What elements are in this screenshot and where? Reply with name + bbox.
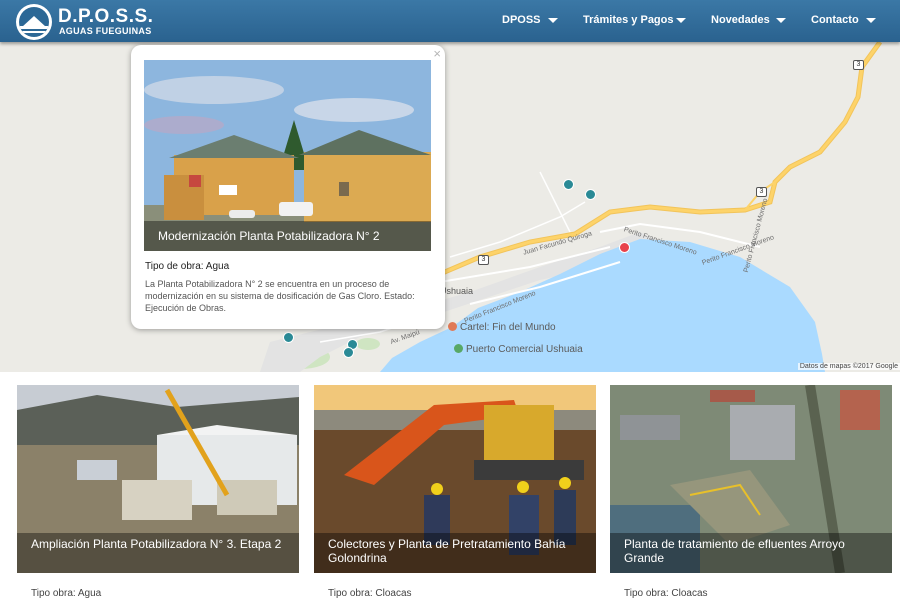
project-card[interactable]: Colectores y Planta de Pretratamiento Ba… bbox=[314, 385, 596, 573]
card-title: Ampliación Planta Potabilizadora N° 3. E… bbox=[17, 533, 299, 573]
nav-dposs[interactable]: DPOSS bbox=[502, 14, 541, 26]
map-info-popup: × Modernización Planta Potabilizadora N°… bbox=[131, 45, 445, 329]
card-title: Planta de tratamiento de efluentes Arroy… bbox=[610, 533, 892, 573]
route-shield: 3 bbox=[756, 187, 767, 197]
map-marker-agua[interactable] bbox=[563, 179, 574, 190]
project-card[interactable]: Planta de tratamiento de efluentes Arroy… bbox=[610, 385, 892, 573]
popup-description: La Planta Potabilizadora N° 2 se encuent… bbox=[145, 279, 415, 313]
route-shield: 3 bbox=[853, 60, 864, 70]
route-shield: 3 bbox=[478, 255, 489, 265]
poi-label: Puerto Comercial Ushuaia bbox=[466, 344, 583, 355]
logo-wave-icon bbox=[19, 26, 49, 29]
popup-photo[interactable]: Modernización Planta Potabilizadora N° 2 bbox=[144, 60, 431, 251]
chevron-down-icon[interactable] bbox=[866, 18, 876, 23]
chevron-down-icon[interactable] bbox=[548, 18, 558, 23]
nav-contacto[interactable]: Contacto bbox=[811, 14, 859, 26]
nav-tramites-pagos[interactable]: Trámites y Pagos bbox=[583, 14, 674, 26]
logo-emblem bbox=[19, 7, 49, 37]
brand-name[interactable]: D.P.O.S.S. bbox=[58, 6, 153, 28]
card-type: Tipo obra: Agua bbox=[31, 588, 102, 599]
chevron-down-icon[interactable] bbox=[776, 18, 786, 23]
map-marker-agua[interactable] bbox=[343, 347, 354, 358]
poi-label: Cartel: Fin del Mundo bbox=[460, 322, 556, 333]
dposs-logo[interactable] bbox=[16, 4, 52, 40]
map-credits: Datos de mapas ©2017 Google bbox=[797, 363, 900, 370]
poi-puerto-comercial[interactable]: Puerto Comercial Ushuaia bbox=[454, 344, 583, 355]
card-type: Tipo obra: Cloacas bbox=[624, 588, 708, 599]
close-icon[interactable]: × bbox=[433, 46, 441, 61]
popup-type: Tipo de obra: Agua bbox=[145, 261, 230, 272]
port-pin-icon bbox=[454, 344, 463, 353]
nav-novedades[interactable]: Novedades bbox=[711, 14, 770, 26]
map-marker-agua[interactable] bbox=[585, 189, 596, 200]
brand-subtitle: AGUAS FUEGUINAS bbox=[59, 26, 152, 36]
site-header: D.P.O.S.S. AGUAS FUEGUINAS DPOSS Trámite… bbox=[0, 0, 900, 42]
logo-wave-icon bbox=[22, 31, 46, 33]
card-title: Colectores y Planta de Pretratamiento Ba… bbox=[314, 533, 596, 573]
attraction-pin-icon bbox=[448, 322, 457, 331]
poi-cartel-fin-del-mundo[interactable]: Cartel: Fin del Mundo bbox=[448, 322, 556, 333]
map-marker-selected[interactable] bbox=[619, 242, 630, 253]
park-area bbox=[356, 338, 380, 350]
popup-title: Modernización Planta Potabilizadora N° 2 bbox=[144, 221, 431, 251]
chevron-down-icon[interactable] bbox=[676, 18, 686, 23]
project-card[interactable]: Ampliación Planta Potabilizadora N° 3. E… bbox=[17, 385, 299, 573]
card-type: Tipo obra: Cloacas bbox=[328, 588, 412, 599]
street bbox=[449, 201, 586, 258]
map-marker-agua[interactable] bbox=[283, 332, 294, 343]
